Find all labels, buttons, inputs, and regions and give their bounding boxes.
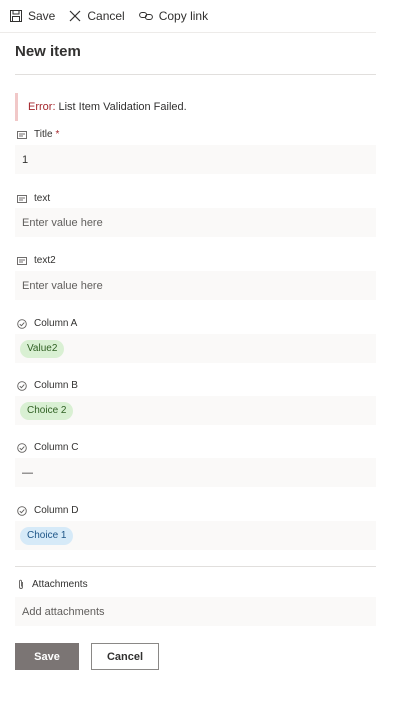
toolbar-cancel-label: Cancel [87,9,125,23]
title-value: 1 [22,153,29,166]
column-d-select[interactable]: Choice 1 [15,521,376,550]
choice-pill: Choice 2 [20,401,74,420]
link-icon [138,12,153,20]
column-b-select[interactable]: Choice 2 [15,396,376,425]
header-divider [15,74,376,75]
error-text: List Item Validation Failed. [58,101,187,113]
text2-input[interactable]: Enter value here [15,271,376,300]
command-bar: Save Cancel Copy link [0,0,376,33]
toolbar-save-button[interactable]: Save [10,9,55,23]
field-column-c-label: Column C [34,442,79,453]
attachments-divider [15,566,376,567]
toolbar-copy-link-button[interactable]: Copy link [138,9,209,23]
text-field-icon [17,194,27,203]
column-c-select[interactable]: — [15,458,376,487]
field-column-d-label: Column D [34,505,79,516]
field-column-a-label: Column A [34,318,78,329]
save-button[interactable]: Save [15,643,79,670]
choice-field-icon [17,505,27,516]
column-a-select[interactable]: Value2 [15,334,376,363]
choice-pill: Choice 1 [20,526,74,545]
field-label-column-b: Column B [17,380,78,391]
cancel-button[interactable]: Cancel [91,643,159,670]
add-attachments-button[interactable]: Add attachments [15,597,376,626]
choice-field-icon [17,442,27,453]
field-label-column-c: Column C [17,442,78,453]
text-input[interactable]: Enter value here [15,208,376,237]
required-mark: * [55,129,60,140]
toolbar-copy-link-label: Copy link [158,9,209,23]
choice-field-icon [17,380,27,391]
choice-pill: Value2 [20,339,65,358]
field-label-title: Title * [17,129,59,140]
field-text-label: text [34,193,51,204]
error-message-bar: Error: List Item Validation Failed. [15,93,376,121]
field-label-column-a: Column A [17,318,77,329]
field-label-attachments: Attachments [17,579,88,590]
title-input[interactable]: 1 [15,145,376,174]
field-label-text2: text2 [17,255,56,266]
choice-field-icon [17,318,27,329]
field-text2-label: text2 [34,255,56,266]
save-icon [10,10,22,22]
column-c-empty-value: — [22,466,33,479]
field-title-label: Title [34,129,53,140]
close-icon [69,10,81,22]
text-field-icon [17,130,27,139]
toolbar-cancel-button[interactable]: Cancel [69,9,125,23]
paperclip-icon [19,579,23,589]
toolbar-save-label: Save [28,9,56,23]
field-label-column-d: Column D [17,505,78,516]
field-column-b-label: Column B [34,380,78,391]
error-label: Error: [28,101,56,113]
page-title: New item [15,43,81,60]
attachments-placeholder: Add attachments [22,605,105,618]
text-field-icon [17,256,27,265]
field-label-text: text [17,193,50,204]
field-attachments-label: Attachments [32,579,88,590]
text-placeholder: Enter value here [22,216,103,229]
text2-placeholder: Enter value here [22,279,103,292]
